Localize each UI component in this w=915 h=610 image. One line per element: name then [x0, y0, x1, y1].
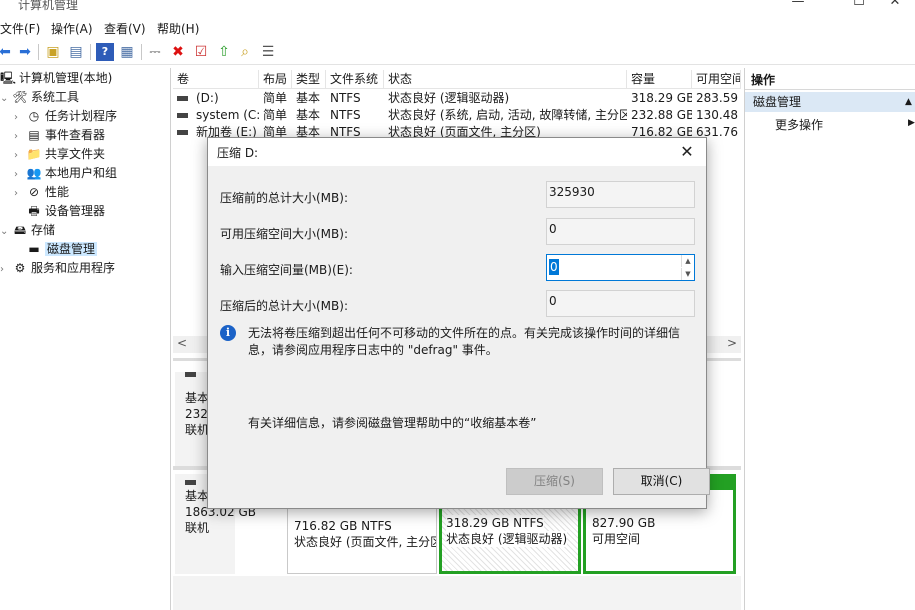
- drive-icon: [177, 130, 188, 135]
- actions-title: 操作: [745, 70, 915, 90]
- help-message: 有关详细信息，请参阅磁盘管理帮助中的“收缩基本卷”: [248, 416, 537, 430]
- info-message: 无法将卷压缩到超出任何不可移动的文件所在的点。有关完成该操作时间的详细信息，请参…: [248, 326, 681, 357]
- tree-item-services-apps[interactable]: › ⚙ 服务和应用程序: [0, 259, 115, 278]
- event-viewer-icon: ▤: [28, 128, 40, 142]
- chevron-right-icon[interactable]: ›: [14, 165, 26, 184]
- column-filesystem[interactable]: 文件系统: [326, 70, 384, 89]
- shrink-amount-label: 输入压缩空间量(MB)(E):: [220, 263, 353, 277]
- column-free-space[interactable]: 可用空间: [692, 70, 741, 89]
- column-status[interactable]: 状态: [384, 70, 627, 89]
- total-before-field: 325930: [546, 181, 695, 208]
- chevron-right-icon[interactable]: ›: [0, 260, 12, 279]
- drive-icon: [177, 96, 188, 101]
- tools-icon: 🛠: [12, 90, 28, 104]
- actions-more-item[interactable]: 更多操作: [775, 116, 823, 134]
- list-icon[interactable]: ☰: [259, 43, 277, 61]
- menu-bar: 文件(F) 操作(A) 查看(V) 帮助(H): [0, 16, 915, 38]
- minimize-button[interactable]: —: [775, 0, 821, 14]
- column-layout[interactable]: 布局: [259, 70, 292, 89]
- close-button[interactable]: ✕: [872, 0, 915, 14]
- column-type[interactable]: 类型: [292, 70, 326, 89]
- volume-list-header: 卷 布局 类型 文件系统 状态 容量 可用空间: [173, 70, 741, 89]
- console-tree-icon[interactable]: ▦: [118, 43, 136, 61]
- shared-folder-icon: 📁: [26, 147, 42, 161]
- available-label: 可用压缩空间大小(MB):: [220, 227, 348, 241]
- disk-icon: [185, 372, 196, 377]
- column-volume[interactable]: 卷: [173, 70, 259, 89]
- chevron-right-icon[interactable]: ▶: [908, 118, 915, 128]
- dialog-title: 压缩 D:: [217, 146, 259, 160]
- shrink-amount-value[interactable]: 0: [549, 259, 559, 275]
- up-folder-icon[interactable]: ▣: [44, 43, 62, 61]
- import-icon[interactable]: ⇧: [215, 43, 233, 61]
- computer-icon: 🖳: [0, 71, 17, 85]
- actions-pane: 操作 磁盘管理 ▲ 更多操作 ▶: [744, 68, 915, 610]
- available-field: 0: [546, 218, 695, 245]
- chevron-right-icon[interactable]: ›: [14, 146, 26, 165]
- tree-item-performance[interactable]: › ⊘ 性能: [14, 183, 69, 202]
- shrink-amount-input[interactable]: 0 ▲ ▼: [546, 254, 695, 281]
- clock-icon: ◷: [28, 109, 40, 123]
- title-bar: 计算机管理 — ☐ ✕: [0, 0, 915, 16]
- scroll-right-icon[interactable]: >: [727, 336, 737, 350]
- tree-item-local-users[interactable]: › 👥 本地用户和组: [14, 164, 117, 183]
- chevron-down-icon[interactable]: ⌄: [0, 89, 12, 108]
- disk-icon: ▬: [28, 242, 40, 256]
- table-row[interactable]: (D:) 简单 基本 NTFS 状态良好 (逻辑驱动器) 318.29 GB 2…: [173, 90, 741, 107]
- tree-item-shared-folders[interactable]: › 📁 共享文件夹: [14, 145, 105, 164]
- tree-item-root[interactable]: 🖳 计算机管理(本地): [0, 69, 112, 88]
- menu-action[interactable]: 操作(A): [51, 20, 93, 37]
- performance-icon: ⊘: [28, 185, 40, 199]
- properties-icon[interactable]: ▤: [67, 43, 85, 61]
- chevron-right-icon[interactable]: ›: [14, 184, 26, 203]
- dialog-close-icon[interactable]: ✕: [676, 141, 698, 163]
- users-icon: 👥: [26, 166, 42, 180]
- chevron-down-icon[interactable]: ⌄: [0, 222, 12, 241]
- dialog-title-bar: 压缩 D: ✕: [208, 138, 706, 166]
- menu-view[interactable]: 查看(V): [104, 20, 146, 37]
- tree-item-storage[interactable]: ⌄ 🖴 存储: [0, 221, 55, 240]
- shrink-button[interactable]: 压缩(S): [506, 468, 603, 495]
- tree-item-system-tools[interactable]: ⌄ 🛠 系统工具: [0, 88, 79, 107]
- disk-icon: [185, 480, 196, 485]
- total-after-label: 压缩后的总计大小(MB):: [220, 299, 348, 313]
- column-capacity[interactable]: 容量: [627, 70, 692, 89]
- menu-help[interactable]: 帮助(H): [157, 20, 199, 37]
- delete-icon[interactable]: ✖: [169, 43, 187, 61]
- spin-up-icon[interactable]: ▲: [681, 255, 694, 267]
- info-icon: i: [220, 325, 236, 341]
- collapse-icon[interactable]: ▲: [905, 92, 912, 112]
- scroll-left-icon[interactable]: <: [177, 336, 187, 350]
- tree-item-event-viewer[interactable]: › ▤ 事件查看器: [14, 126, 105, 145]
- chevron-right-icon[interactable]: ›: [14, 108, 26, 127]
- menu-file[interactable]: 文件(F): [0, 20, 40, 37]
- window-title: 计算机管理: [18, 0, 79, 12]
- total-after-field: 0: [546, 290, 695, 317]
- check-icon[interactable]: ☑: [192, 43, 210, 61]
- storage-icon: 🖴: [13, 223, 27, 237]
- chevron-right-icon[interactable]: ›: [14, 127, 26, 146]
- forward-icon[interactable]: ➡: [16, 43, 34, 61]
- shrink-dialog: 压缩 D: ✕ 压缩前的总计大小(MB): 325930 可用压缩空间大小(MB…: [207, 137, 710, 509]
- cancel-button[interactable]: 取消(C): [613, 468, 710, 495]
- total-before-label: 压缩前的总计大小(MB):: [220, 191, 348, 205]
- tree-item-disk-management[interactable]: ▬ 磁盘管理: [14, 240, 98, 259]
- tree-item-task-scheduler[interactable]: › ◷ 任务计划程序: [14, 107, 117, 126]
- connect-icon[interactable]: ⎓: [146, 43, 164, 61]
- drive-icon: [177, 113, 188, 118]
- back-icon[interactable]: ⬅: [0, 43, 14, 61]
- help-icon[interactable]: ?: [96, 43, 114, 61]
- services-icon: ⚙: [14, 261, 26, 275]
- toolbar: ⬅ ➡ ▣ ▤ ? ▦ ⎓ ✖ ☑ ⇧ ⌕ ☰: [0, 40, 915, 65]
- actions-section-disk-management[interactable]: 磁盘管理 ▲: [745, 92, 915, 112]
- search-icon[interactable]: ⌕: [236, 43, 254, 61]
- table-row[interactable]: system (C:) 简单 基本 NTFS 状态良好 (系统, 启动, 活动,…: [173, 107, 741, 124]
- device-manager-icon: 🖶: [28, 204, 40, 218]
- spin-down-icon[interactable]: ▼: [681, 268, 694, 280]
- console-tree: 🖳 计算机管理(本地) ⌄ 🛠 系统工具 › ◷ 任务计划程序 › ▤ 事件查看器 › 📁 共享文…: [0, 68, 171, 610]
- tree-item-device-manager[interactable]: 🖶 设备管理器: [14, 202, 105, 221]
